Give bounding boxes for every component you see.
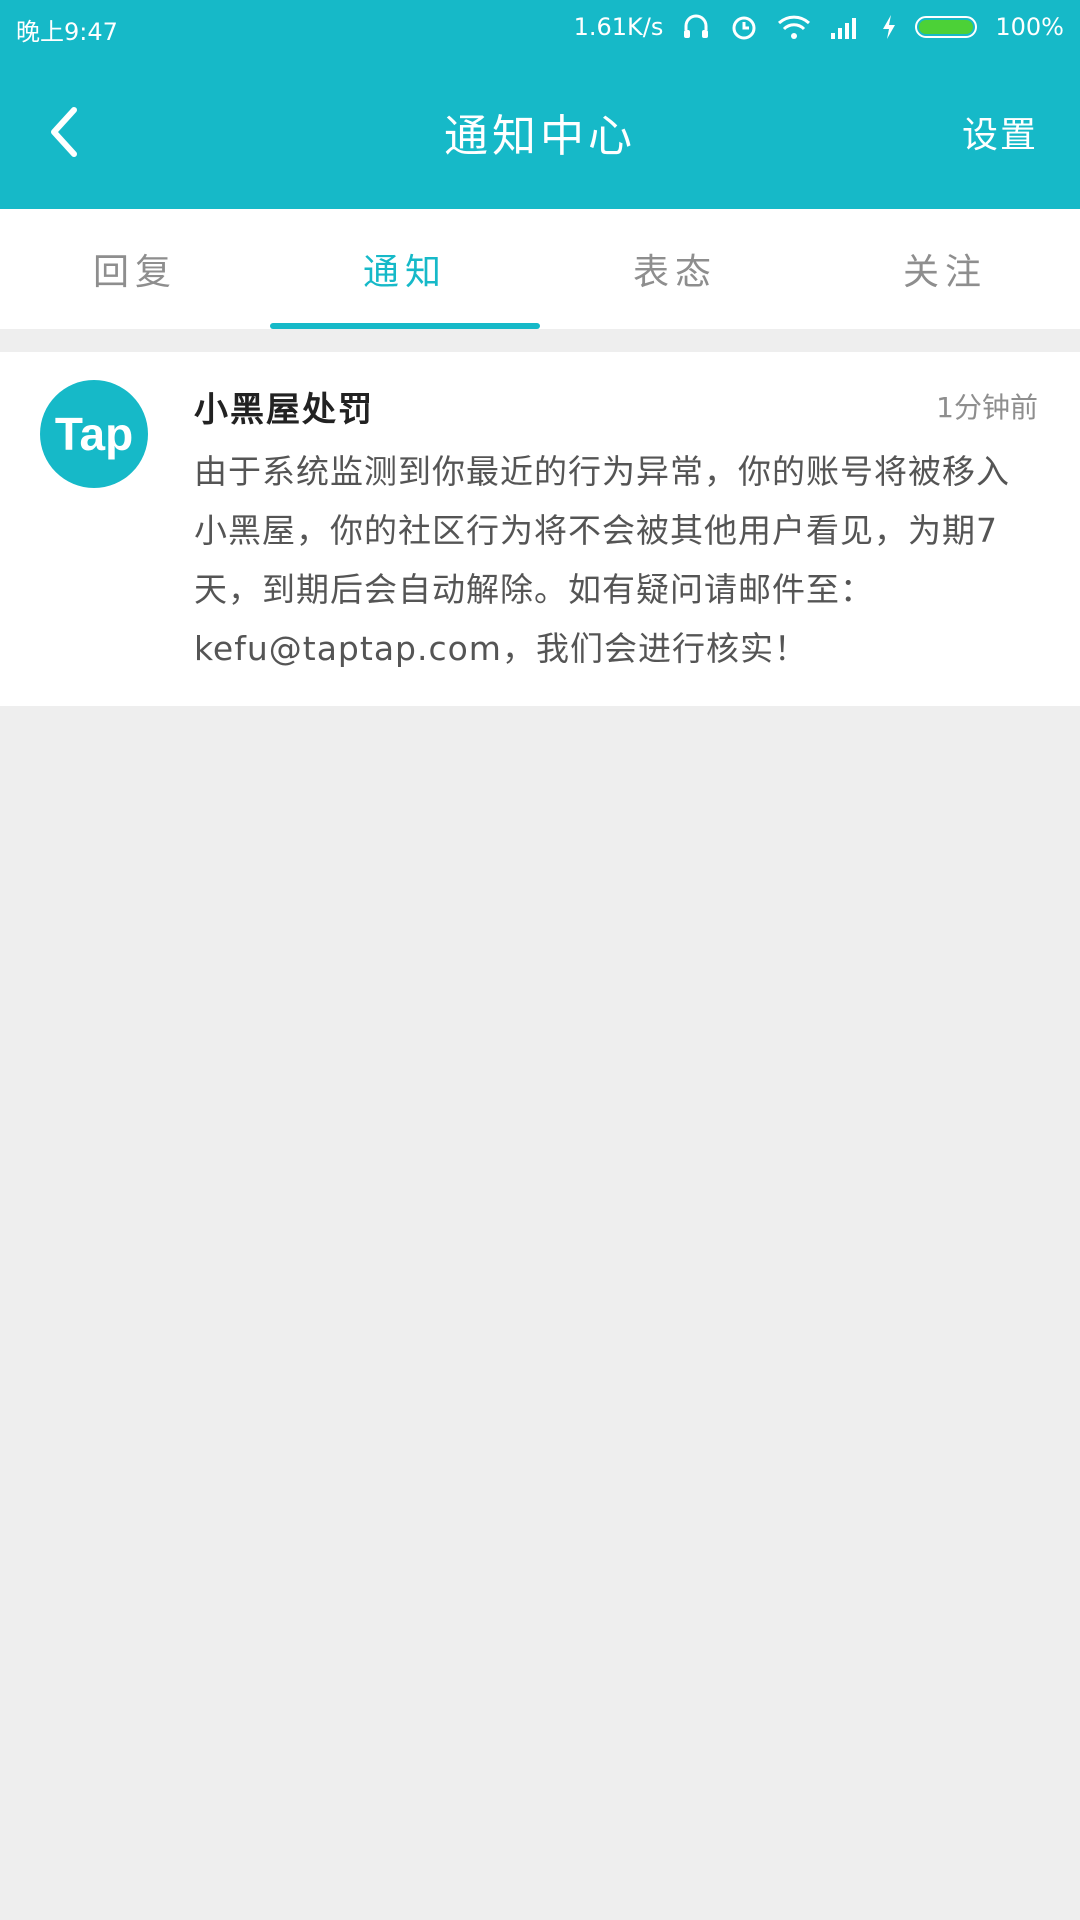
app-bar: 通知中心 设置 — [0, 56, 1080, 209]
status-bar: 晚上9:47 1.61K/s 100% — [0, 0, 1080, 56]
battery-percent: 100% — [995, 13, 1064, 41]
status-time: 晚上9:47 — [16, 18, 118, 46]
battery-fill — [919, 20, 974, 34]
settings-button[interactable]: 设置 — [962, 106, 1038, 158]
tab-reaction[interactable]: 表态 — [540, 209, 810, 329]
notification-item[interactable]: Tap 小黑屋处罚 1分钟前 由于系统监测到你最近的行为异常，你的账号将被移入小… — [0, 352, 1080, 706]
headphones-icon — [684, 14, 709, 38]
charging-icon — [883, 15, 896, 39]
tab-follow[interactable]: 关注 — [810, 209, 1080, 329]
tab-bar: 回复 通知 表态 关注 — [0, 209, 1080, 329]
notification-sender: 小黑屋处罚 — [194, 390, 374, 430]
notification-time: 1分钟前 — [936, 391, 1038, 424]
battery-icon — [915, 16, 978, 38]
status-right: 1.61K/s 100% — [574, 12, 1064, 42]
avatar[interactable]: Tap — [40, 380, 148, 488]
wifi-icon — [778, 15, 811, 39]
alarm-icon — [732, 16, 756, 40]
tab-notification[interactable]: 通知 — [270, 209, 540, 329]
tab-reply[interactable]: 回复 — [0, 209, 270, 329]
page-title: 通知中心 — [444, 111, 636, 162]
network-speed: 1.61K/s — [573, 13, 664, 41]
notification-message: 由于系统监测到你最近的行为异常，你的账号将被移入小黑屋，你的社区行为将不会被其他… — [194, 452, 1010, 668]
avatar-logo-text: Tap — [54, 408, 134, 460]
signal-icon — [831, 18, 857, 39]
